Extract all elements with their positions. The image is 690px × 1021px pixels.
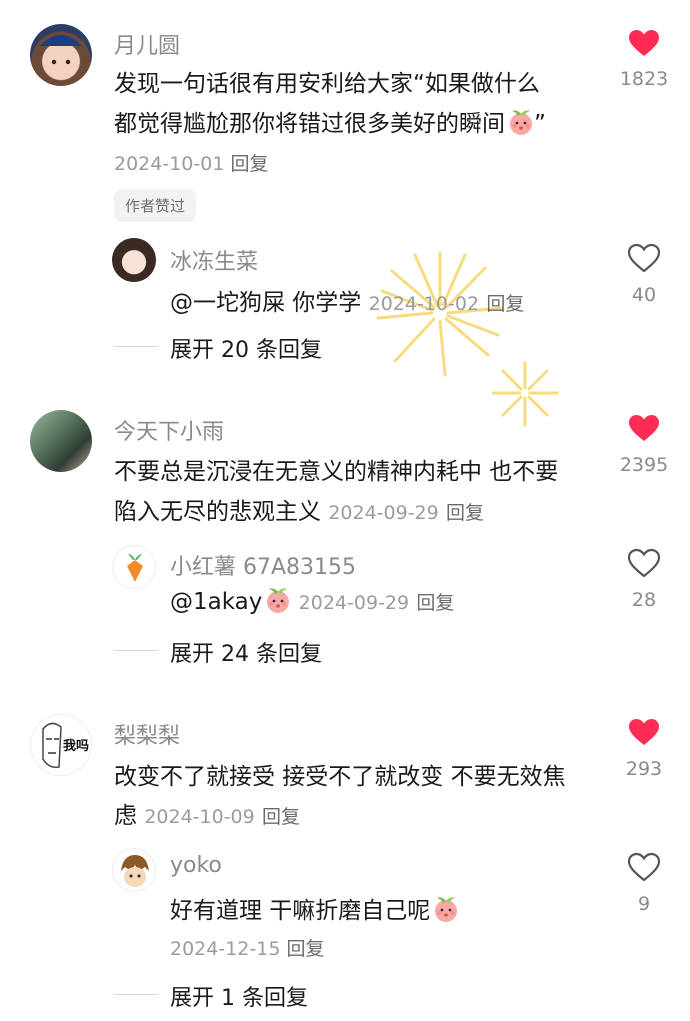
comment-text-line: 改变不了就接受 接受不了就改变 不要无效焦 (114, 764, 566, 790)
comment-text-line: 不要总是沉浸在无意义的精神内耗中 也不要 (114, 459, 559, 485)
reply-button[interactable]: 回复 (286, 938, 324, 960)
comment-text-line: 发现一句话很有用安利给大家“如果做什么 (114, 71, 540, 97)
avatar-text: 我吗 (63, 739, 90, 754)
reply-text: @1akay (170, 589, 263, 615)
reply-username[interactable]: 小红薯 67A83155 (170, 549, 356, 581)
comment-username[interactable]: 月儿圆 (114, 28, 180, 60)
comment-text-line: 陷入无尽的悲观主义 2024-09-29 回复 (114, 499, 485, 525)
comment-date: 2024-10-01 (114, 153, 225, 175)
cartoon-face-icon (121, 855, 149, 887)
reply-date: 2024-12-15 (170, 938, 281, 960)
comment-date: 2024-10-09 (144, 806, 255, 828)
reply-meta: 2024-12-15 回复 (170, 934, 324, 961)
avatar-hat-icon (40, 35, 82, 65)
like-count: 28 (631, 589, 657, 611)
comment-text-line: 虑 2024-10-09 回复 (114, 803, 301, 829)
carrot-icon (127, 554, 143, 582)
divider (114, 650, 158, 651)
like-count: 40 (631, 284, 657, 306)
firework-decoration (376, 251, 559, 427)
reply-avatar[interactable] (112, 848, 156, 892)
reply-button[interactable]: 回复 (416, 592, 454, 614)
heart-outline-icon[interactable] (628, 549, 660, 577)
reply-text-row: @1akay 2024-09-29 回复 (170, 587, 454, 615)
author-liked-badge: 作者赞过 (114, 189, 197, 222)
peach-face-emoji-icon (510, 110, 532, 135)
divider (114, 346, 158, 347)
peach-face-emoji-icon (435, 897, 458, 922)
reply-text: 好有道理 干嘛折磨自己呢 (170, 898, 431, 924)
heart-filled-icon[interactable] (628, 414, 660, 442)
comment-date: 2024-09-29 (328, 502, 439, 524)
reply-button[interactable]: 回复 (446, 502, 484, 524)
like-count: 9 (637, 893, 651, 915)
reply-button[interactable]: 回复 (486, 293, 524, 315)
heart-filled-icon[interactable] (628, 718, 660, 746)
reply-avatar[interactable] (112, 238, 156, 282)
reply-username[interactable]: yoko (170, 853, 222, 878)
reply-text-row: @一坨狗屎 你学学 2024-10-02 回复 (170, 283, 524, 317)
divider (114, 994, 158, 995)
reply-text: @一坨狗屎 你学学 (170, 290, 362, 316)
avatar[interactable] (30, 24, 92, 86)
like-count: 293 (625, 758, 663, 780)
comment-meta: 2024-10-01 回复 (114, 149, 268, 176)
like-count: 2395 (619, 454, 669, 476)
reply-date: 2024-10-02 (368, 293, 480, 315)
expand-replies-button[interactable]: 展开 20 条回复 (170, 332, 322, 364)
heart-outline-icon[interactable] (628, 244, 660, 272)
avatar[interactable] (30, 410, 92, 472)
peach-face-emoji-icon (267, 588, 290, 613)
comment-username[interactable]: 梨梨梨 (114, 718, 180, 750)
heart-filled-icon[interactable] (628, 29, 660, 57)
like-count: 1823 (619, 68, 669, 90)
comment-username[interactable]: 今天下小雨 (114, 414, 224, 446)
heart-outline-icon[interactable] (628, 853, 660, 881)
expand-replies-button[interactable]: 展开 1 条回复 (170, 980, 308, 1012)
reply-date: 2024-09-29 (298, 592, 410, 614)
reply-avatar[interactable] (112, 545, 156, 589)
expand-replies-button[interactable]: 展开 24 条回复 (170, 636, 322, 668)
avatar[interactable]: 我吗 (30, 714, 92, 776)
reply-button[interactable]: 回复 (262, 806, 300, 828)
comment-text-line: 都觉得尴尬那你将错过很多美好的瞬间” (114, 110, 546, 137)
reply-button[interactable]: 回复 (230, 153, 268, 175)
reply-text-row: 好有道理 干嘛折磨自己呢 (170, 891, 459, 925)
reply-username[interactable]: 冰冻生菜 (170, 244, 258, 276)
